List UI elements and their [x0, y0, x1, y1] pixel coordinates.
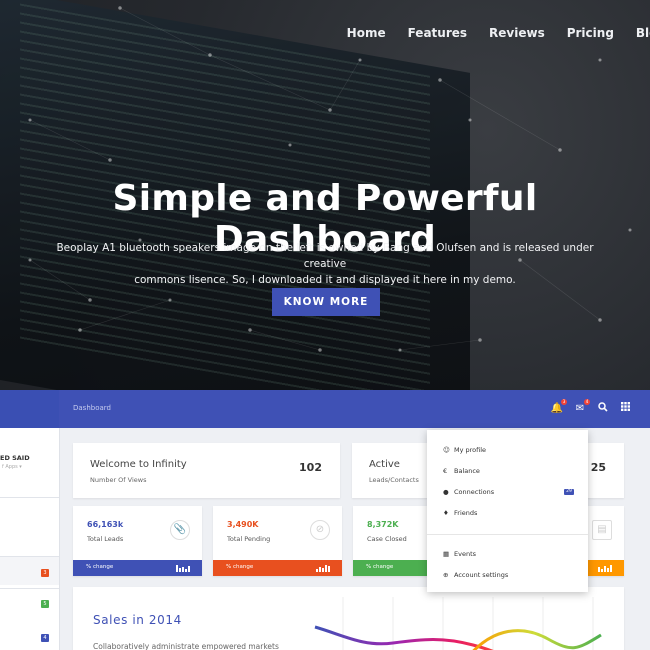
nav-features[interactable]: Features: [408, 26, 467, 40]
stat-label: Case Closed: [367, 535, 407, 543]
menu-item-label: My profile: [454, 446, 487, 454]
menu-item-label: Connections: [454, 488, 495, 496]
active-card-value: 25: [590, 461, 606, 474]
sidebar-header: [0, 390, 59, 428]
stat-label: Total Leads: [87, 535, 124, 543]
ban-icon: ⊘: [310, 520, 330, 540]
mail-badge: 4: [584, 399, 590, 405]
stat-card-total-pending: 3,490K Total Pending ⊘ % change: [213, 506, 342, 576]
sidebar-badge: 5: [41, 600, 49, 608]
menu-item-friends[interactable]: ♦ Friends: [443, 509, 477, 517]
menu-item-events[interactable]: ▦ Events: [443, 550, 476, 558]
menu-item-label: Balance: [454, 467, 480, 475]
sales-series-line: [472, 629, 602, 650]
stat-change-label: % change: [86, 564, 114, 570]
sidebar-item[interactable]: 3: [0, 557, 59, 585]
stat-change-label: % change: [366, 564, 394, 570]
menu-item-label: Account settings: [454, 571, 509, 579]
welcome-card: Welcome to Infinity Number Of Views 102: [73, 443, 340, 498]
globe-icon: ●: [443, 488, 449, 496]
sidebar-badge: 3: [41, 569, 49, 577]
hero-subtitle-line-2: commons lisence. So, I downloaded it and…: [134, 274, 516, 286]
sidebar-item[interactable]: 4: [0, 622, 59, 650]
sales-chart: [314, 597, 602, 650]
connections-badge: 29: [564, 489, 574, 495]
stat-footer: % change: [73, 560, 202, 576]
active-card-title: Active: [369, 459, 400, 470]
menu-item-account-settings[interactable]: ⊕ Account settings: [443, 571, 508, 579]
menu-item-label: Events: [454, 550, 477, 558]
search-icon[interactable]: [596, 402, 610, 416]
dashboard-topbar: Dashboard 🔔 3 ✉ 4: [59, 390, 650, 428]
settings-icon: ⊕: [443, 571, 449, 579]
clipboard-icon: ▤: [592, 520, 612, 540]
welcome-card-subtitle: Number Of Views: [90, 476, 147, 484]
menu-item-connections[interactable]: ● Connections: [443, 488, 494, 496]
sales-subtitle: Collaboratively administrate empowered m…: [93, 642, 279, 650]
stat-card-total-leads: 66,163k Total Leads 📎 % change: [73, 506, 202, 576]
bar-chart-icon: [598, 565, 612, 572]
stat-value: 3,490K: [227, 520, 259, 529]
know-more-button[interactable]: KNOW MORE: [272, 288, 380, 316]
sidebar-divider: [0, 497, 59, 498]
dashboard-sidebar: ED SAID f Apps ▾ 3 5 4: [0, 390, 60, 650]
menu-item-my-profile[interactable]: ☺ My profile: [443, 446, 486, 454]
menu-item-balance[interactable]: € Balance: [443, 467, 480, 475]
top-nav: Home Features Reviews Pricing Blog: [347, 26, 650, 40]
bar-chart-icon: [316, 565, 330, 572]
bell-icon[interactable]: 🔔 3: [550, 399, 567, 416]
bar-chart-icon: [176, 565, 190, 572]
menu-divider: [427, 534, 588, 535]
paperclip-icon: 📎: [170, 520, 190, 540]
active-card-subtitle: Leads/Contacts: [369, 476, 419, 484]
nav-pricing[interactable]: Pricing: [567, 26, 614, 40]
stat-change-label: % change: [226, 564, 254, 570]
sidebar-user-menu[interactable]: f Apps ▾: [2, 464, 22, 470]
sidebar-user-name: ED SAID: [0, 454, 30, 462]
welcome-card-value: 102: [299, 461, 322, 474]
sidebar-item[interactable]: 5: [0, 589, 59, 617]
stat-footer: % change: [213, 560, 342, 576]
stat-value: 8,372K: [367, 520, 399, 529]
nav-reviews[interactable]: Reviews: [489, 26, 545, 40]
breadcrumb[interactable]: Dashboard: [73, 404, 111, 412]
stat-label: Total Pending: [227, 535, 271, 543]
mail-icon[interactable]: ✉ 4: [573, 399, 590, 416]
friends-icon: ♦: [443, 509, 449, 517]
sales-card: Sales in 2014 Collaboratively administra…: [73, 587, 624, 650]
stat-value: 66,163k: [87, 520, 124, 529]
welcome-card-title: Welcome to Infinity: [90, 459, 187, 470]
nav-home[interactable]: Home: [347, 26, 386, 40]
hero-subtitle-line-1: Beoplay A1 bluetooth speakers image on t…: [56, 242, 594, 270]
sidebar-badge: 4: [41, 634, 49, 642]
account-dropdown-menu: ☺ My profile € Balance ● Connections 29 …: [427, 430, 588, 592]
notification-badge: 3: [561, 399, 567, 405]
calendar-icon: ▦: [443, 550, 450, 558]
hero-subtitle: Beoplay A1 bluetooth speakers image on t…: [35, 240, 615, 288]
euro-icon: €: [443, 467, 448, 475]
user-icon: ☺: [443, 446, 450, 454]
nav-blog[interactable]: Blog: [636, 26, 650, 40]
sales-title: Sales in 2014: [93, 613, 182, 627]
menu-item-label: Friends: [454, 509, 478, 517]
apps-grid-icon[interactable]: [618, 402, 632, 416]
